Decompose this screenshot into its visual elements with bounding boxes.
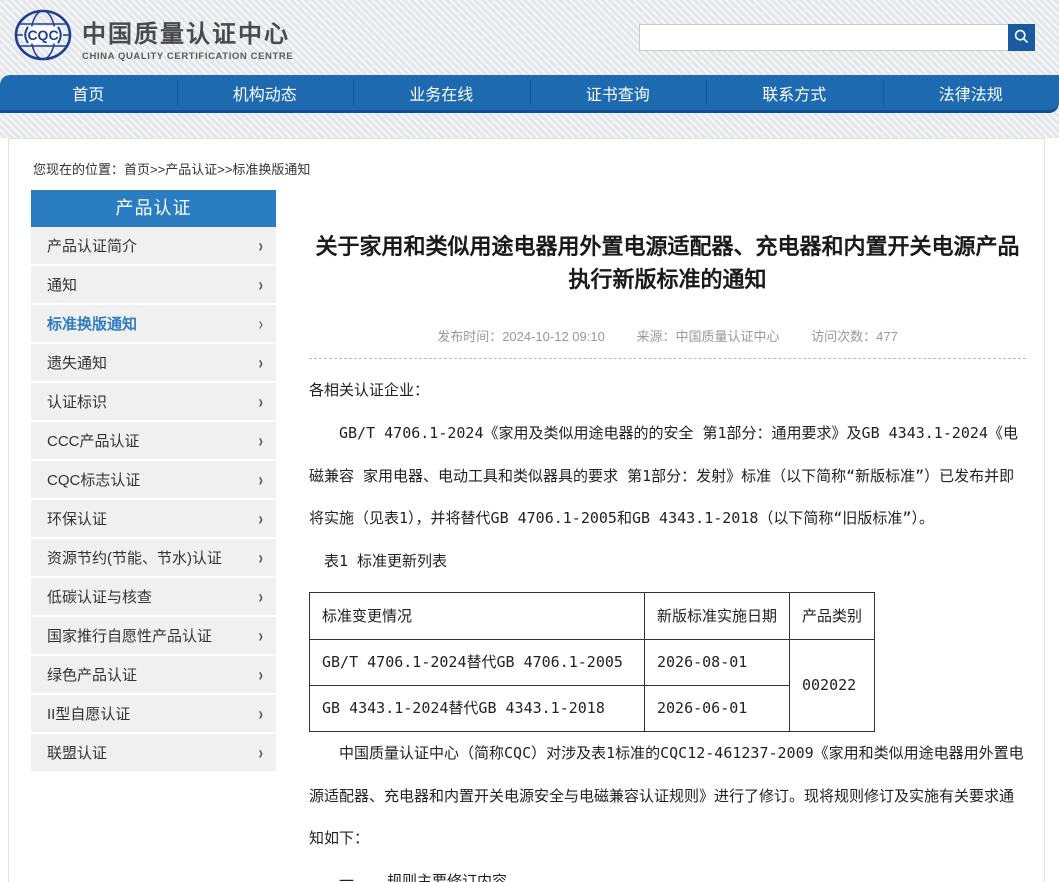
page: CQC 中国质量认证中心 CHINA QUALITY CERTIFICATION… bbox=[0, 0, 1059, 882]
breadcrumb-label: 您现在的位置： bbox=[33, 162, 124, 177]
cell-change: GB/T 4706.1-2024替代GB 4706.1-2005 bbox=[310, 639, 645, 685]
chevron-right-icon: › bbox=[259, 391, 263, 412]
cell-date: 2026-08-01 bbox=[645, 639, 790, 685]
table-caption: 表1 标准更新列表 bbox=[324, 540, 1026, 583]
content-card: 您现在的位置：首页>>产品认证>>标准换版通知 产品认证 产品认证简介 › 通知… bbox=[8, 138, 1045, 882]
sidebar-item-type2-voluntary-cert[interactable]: II型自愿认证 › bbox=[31, 695, 276, 734]
paragraph-salutation: 各相关认证企业： bbox=[309, 369, 1026, 412]
sidebar-item-cert-marks[interactable]: 认证标识 › bbox=[31, 383, 276, 422]
chevron-right-icon: › bbox=[259, 625, 263, 646]
nav-item-contact[interactable]: 联系方式 bbox=[706, 75, 883, 110]
source: 来源：中国质量认证中心 bbox=[636, 329, 779, 344]
sidebar-item-label: 认证标识 bbox=[47, 391, 107, 412]
chevron-right-icon: › bbox=[259, 664, 263, 685]
sidebar-item-green-product-cert[interactable]: 绿色产品认证 › bbox=[31, 656, 276, 695]
nav-item-home[interactable]: 首页 bbox=[0, 75, 177, 110]
site-subtitle: CHINA QUALITY CERTIFICATION CENTRE bbox=[82, 51, 293, 62]
sidebar-item-label: CQC标志认证 bbox=[47, 469, 140, 490]
cell-date: 2026-06-01 bbox=[645, 685, 790, 731]
sidebar-item-label: 遗失通知 bbox=[47, 352, 107, 373]
article-body: 各相关认证企业： GB/T 4706.1-2024《家用及类似用途电器的的安全 … bbox=[309, 369, 1026, 882]
sidebar-item-resource-saving-cert[interactable]: 资源节约(节能、节水)认证 › bbox=[31, 539, 276, 578]
nav-item-law[interactable]: 法律法规 bbox=[883, 75, 1059, 110]
sidebar-item-label: 绿色产品认证 bbox=[47, 664, 137, 685]
site-header: CQC 中国质量认证中心 CHINA QUALITY CERTIFICATION… bbox=[0, 0, 1059, 75]
main-nav: 首页 机构动态 业务在线 证书查询 联系方式 法律法规 bbox=[0, 75, 1059, 113]
chevron-right-icon: › bbox=[259, 508, 263, 529]
sidebar-item-ccc-cert[interactable]: CCC产品认证 › bbox=[31, 422, 276, 461]
sidebar-item-low-carbon-cert[interactable]: 低碳认证与核查 › bbox=[31, 578, 276, 617]
top-zone: CQC 中国质量认证中心 CHINA QUALITY CERTIFICATION… bbox=[0, 0, 1059, 138]
site-title: 中国质量认证中心 bbox=[82, 14, 293, 49]
col-header-date: 新版标准实施日期 bbox=[645, 592, 790, 639]
breadcrumb-section[interactable]: 产品认证 bbox=[165, 162, 217, 177]
table-header-row: 标准变更情况 新版标准实施日期 产品类别 bbox=[310, 592, 875, 639]
search-icon bbox=[1014, 29, 1029, 47]
chevron-right-icon: › bbox=[259, 586, 263, 607]
sidebar-item-product-cert-intro[interactable]: 产品认证简介 › bbox=[31, 227, 276, 266]
texture-gap bbox=[0, 113, 1059, 138]
sidebar-item-loss-notice[interactable]: 遗失通知 › bbox=[31, 344, 276, 383]
chevron-right-icon: › bbox=[259, 313, 263, 334]
chevron-right-icon: › bbox=[259, 703, 263, 724]
sidebar-menu: 产品认证简介 › 通知 › 标准换版通知 › 遗失通知 › 认证标识 › bbox=[31, 227, 276, 773]
nav-item-online[interactable]: 业务在线 bbox=[353, 75, 530, 110]
search-input[interactable] bbox=[646, 25, 1008, 50]
search-box bbox=[639, 24, 1035, 51]
paragraph-standards-intro: GB/T 4706.1-2024《家用及类似用途电器的的安全 第1部分：通用要求… bbox=[309, 412, 1026, 540]
sidebar-item-label: 环保认证 bbox=[47, 508, 107, 529]
table-row: GB/T 4706.1-2024替代GB 4706.1-2005 2026-08… bbox=[310, 639, 875, 685]
sidebar-item-national-voluntary-cert[interactable]: 国家推行自愿性产品认证 › bbox=[31, 617, 276, 656]
visit-count: 访问次数：477 bbox=[811, 329, 898, 344]
sidebar-item-label: 低碳认证与核查 bbox=[47, 586, 152, 607]
chevron-right-icon: › bbox=[259, 235, 263, 256]
standards-update-table: 标准变更情况 新版标准实施日期 产品类别 GB/T 4706.1-2024替代G… bbox=[309, 592, 875, 732]
sidebar-item-label: 产品认证简介 bbox=[47, 235, 137, 256]
brand-text: 中国质量认证中心 CHINA QUALITY CERTIFICATION CEN… bbox=[82, 14, 293, 62]
search-button[interactable] bbox=[1008, 24, 1035, 51]
cell-category-merged: 002022 bbox=[790, 639, 875, 731]
article-title: 关于家用和类似用途电器用外置电源适配器、充电器和内置开关电源产品执行新版标准的通… bbox=[309, 230, 1026, 296]
chevron-right-icon: › bbox=[259, 469, 263, 490]
sidebar-title: 产品认证 bbox=[31, 190, 276, 227]
cqc-globe-logo-icon: CQC bbox=[14, 9, 72, 66]
nav-item-news[interactable]: 机构动态 bbox=[177, 75, 354, 110]
breadcrumb-page[interactable]: 标准换版通知 bbox=[232, 162, 310, 177]
sidebar-item-alliance-cert[interactable]: 联盟认证 › bbox=[31, 734, 276, 773]
publish-time: 发布时间：2024-10-12 09:10 bbox=[437, 329, 605, 344]
svg-text:CQC: CQC bbox=[27, 27, 58, 43]
brand[interactable]: CQC 中国质量认证中心 CHINA QUALITY CERTIFICATION… bbox=[14, 9, 293, 66]
article: 关于家用和类似用途电器用外置电源适配器、充电器和内置开关电源产品执行新版标准的通… bbox=[276, 190, 1044, 882]
sidebar-item-label: 通知 bbox=[47, 274, 77, 295]
chevron-right-icon: › bbox=[259, 547, 263, 568]
col-header-change: 标准变更情况 bbox=[310, 592, 645, 639]
breadcrumb: 您现在的位置：首页>>产品认证>>标准换版通知 bbox=[33, 159, 1044, 178]
sidebar-item-standard-change-notice[interactable]: 标准换版通知 › bbox=[31, 305, 276, 344]
sidebar-item-label: II型自愿认证 bbox=[47, 703, 130, 724]
chevron-right-icon: › bbox=[259, 274, 263, 295]
sidebar-item-environment-cert[interactable]: 环保认证 › bbox=[31, 500, 276, 539]
sidebar-item-label: 标准换版通知 bbox=[47, 313, 137, 334]
sidebar-item-notices[interactable]: 通知 › bbox=[31, 266, 276, 305]
breadcrumb-separator: >> bbox=[217, 162, 232, 177]
sidebar-item-label: CCC产品认证 bbox=[47, 430, 140, 451]
cell-change: GB 4343.1-2024替代GB 4343.1-2018 bbox=[310, 685, 645, 731]
chevron-right-icon: › bbox=[259, 352, 263, 373]
paragraph-revision-intro: 中国质量认证中心（简称CQC）对涉及表1标准的CQC12-461237-2009… bbox=[309, 732, 1026, 860]
sidebar-item-label: 资源节约(节能、节水)认证 bbox=[47, 547, 222, 568]
breadcrumb-home[interactable]: 首页 bbox=[124, 162, 150, 177]
breadcrumb-separator: >> bbox=[150, 162, 165, 177]
col-header-category: 产品类别 bbox=[790, 592, 875, 639]
sidebar-item-label: 国家推行自愿性产品认证 bbox=[47, 625, 212, 646]
sidebar-item-cqc-mark-cert[interactable]: CQC标志认证 › bbox=[31, 461, 276, 500]
sidebar-item-label: 联盟认证 bbox=[47, 742, 107, 763]
article-meta: 发布时间：2024-10-12 09:10 来源：中国质量认证中心 访问次数：4… bbox=[309, 326, 1026, 359]
nav-item-certs[interactable]: 证书查询 bbox=[530, 75, 707, 110]
section-heading-revision-content: 一、 规则主要修订内容 bbox=[309, 860, 1026, 882]
chevron-right-icon: › bbox=[259, 742, 263, 763]
chevron-right-icon: › bbox=[259, 430, 263, 451]
sidebar: 产品认证 产品认证简介 › 通知 › 标准换版通知 › 遗失通知 › bbox=[31, 190, 276, 773]
